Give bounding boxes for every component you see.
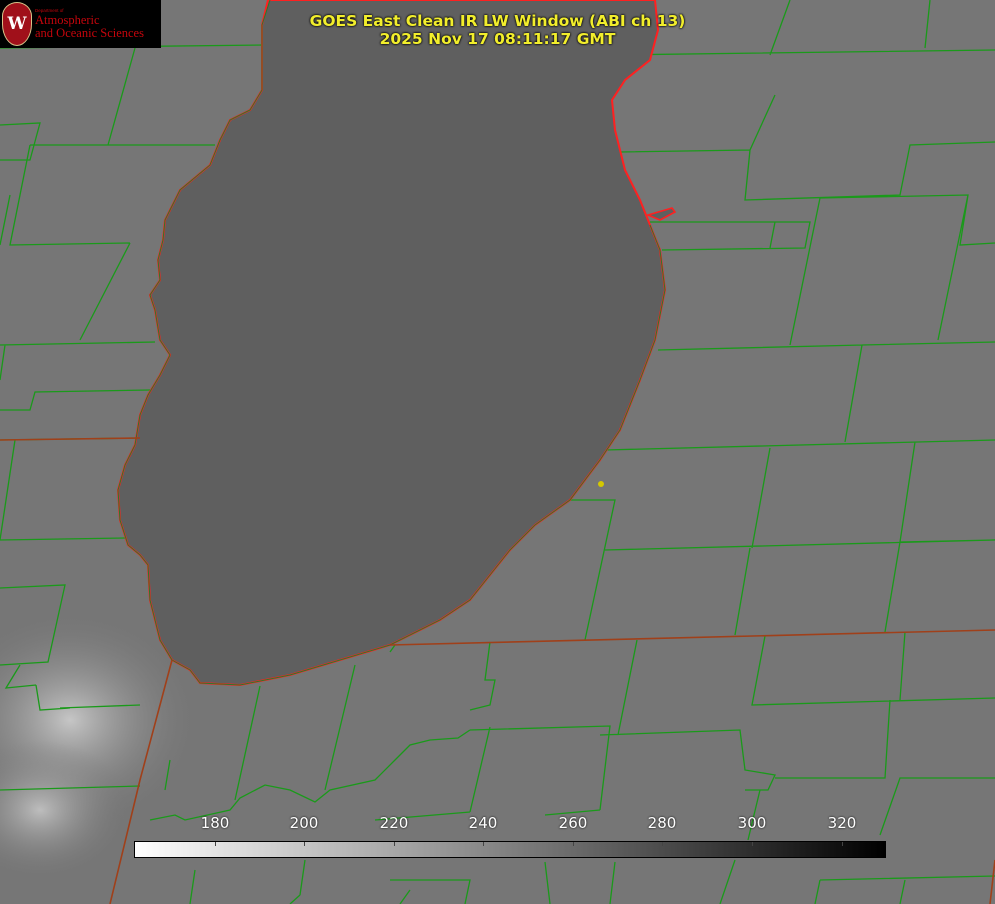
product-title: GOES East Clean IR LW Window (ABI ch 13) [309, 12, 686, 30]
colorbar-tick-mark [215, 842, 216, 846]
colorbar-tick-mark [394, 842, 395, 846]
colorbar-tick: 200 [289, 814, 319, 832]
colorbar-tick: 300 [737, 814, 767, 832]
colorbar [134, 841, 886, 858]
satellite-image-viewer: W Department of Atmospheric and Oceanic … [0, 0, 995, 904]
colorbar-tick-mark [304, 842, 305, 846]
colorbar-tick: 180 [200, 814, 230, 832]
colorbar-tick: 260 [558, 814, 588, 832]
colorbar-tick-labels: 180 200 220 240 260 280 300 320 [0, 814, 995, 834]
colorbar-tick-mark [752, 842, 753, 846]
colorbar-tick: 280 [647, 814, 677, 832]
satellite-map [0, 0, 995, 904]
station-marker [598, 481, 604, 487]
colorbar-tick-mark [483, 842, 484, 846]
colorbar-tick: 220 [379, 814, 409, 832]
colorbar-tick: 240 [468, 814, 498, 832]
product-timestamp: 2025 Nov 17 08:11:17 GMT [379, 30, 616, 48]
colorbar-tick: 320 [827, 814, 857, 832]
colorbar-tick-mark [573, 842, 574, 846]
colorbar-tick-mark [662, 842, 663, 846]
colorbar-tick-mark [842, 842, 843, 846]
